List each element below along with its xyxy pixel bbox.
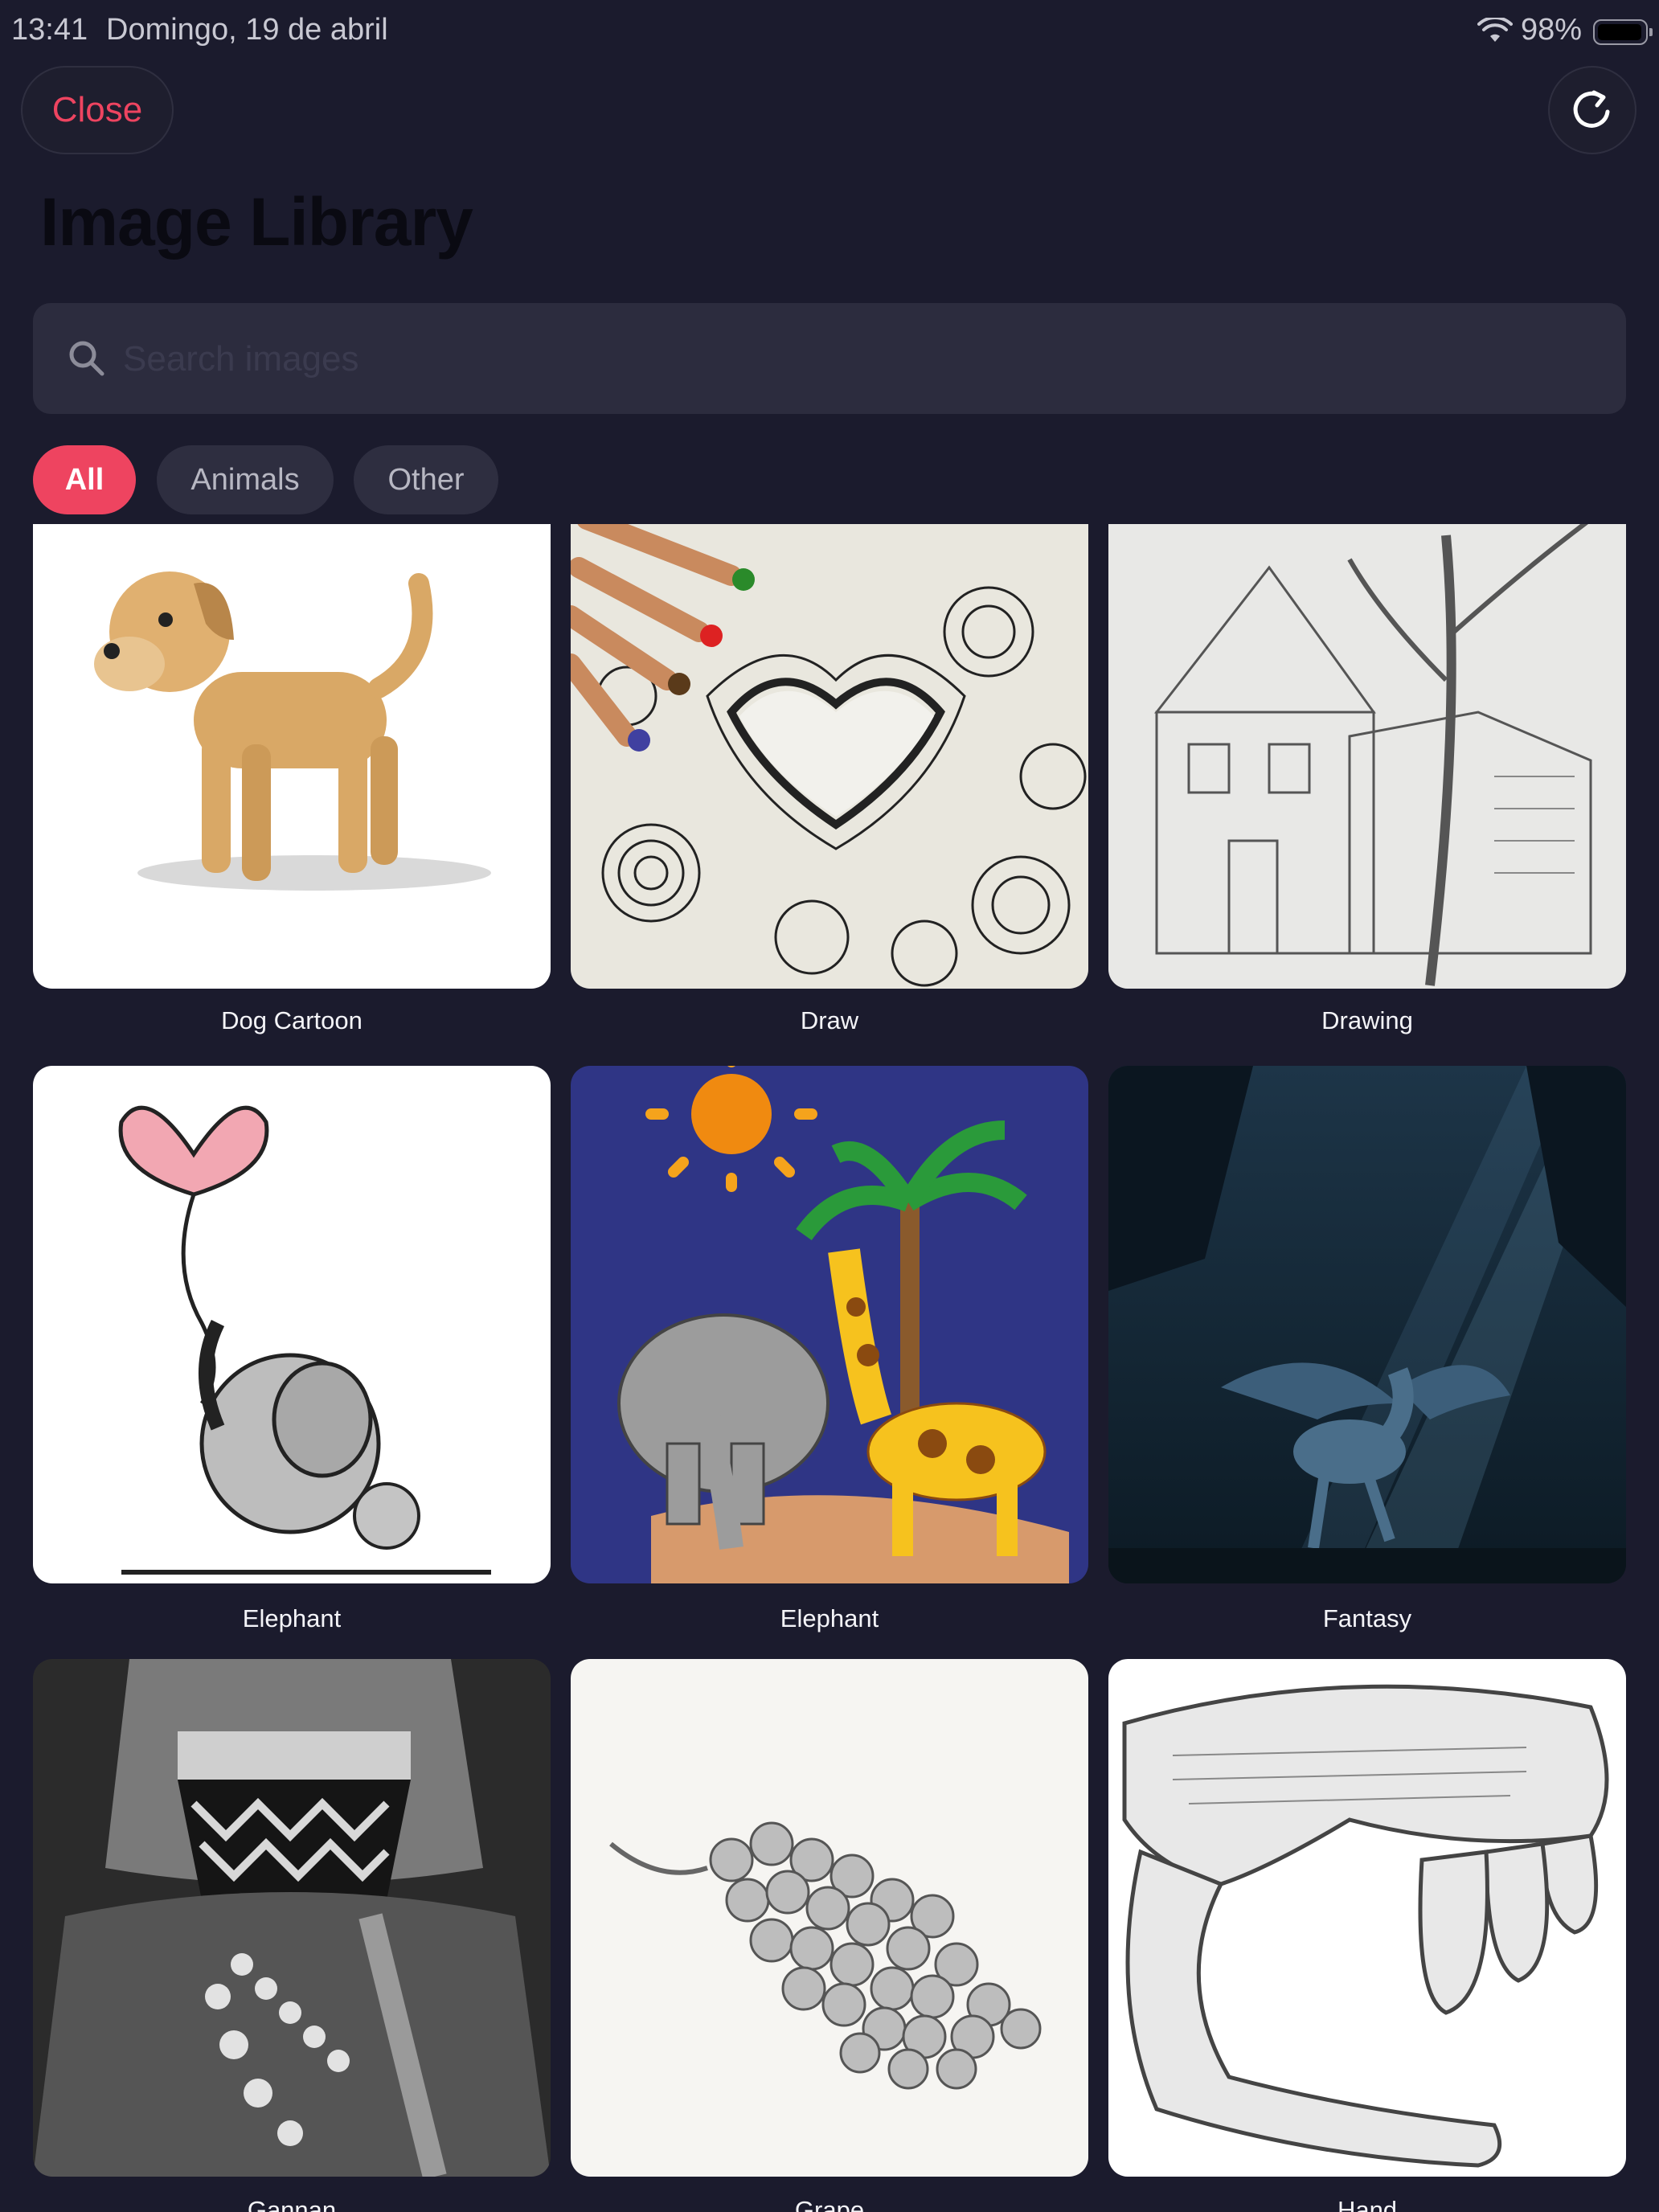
image-caption: Elephant: [242, 1604, 342, 1632]
image-caption: Elephant: [780, 1604, 879, 1632]
grape-thumbnail: [571, 1659, 1088, 2177]
image-caption: Dog Cartoon: [221, 1006, 363, 1034]
search-bar[interactable]: [33, 303, 1626, 414]
battery-percentage: 98%: [1521, 13, 1583, 47]
filter-chip-other[interactable]: Other: [354, 445, 498, 514]
wifi-icon: [1477, 18, 1513, 42]
image-caption: Gannan: [247, 2196, 337, 2212]
status-time: 13:41: [11, 13, 88, 47]
refresh-button[interactable]: [1548, 66, 1636, 154]
image-caption: Hand: [1337, 2196, 1398, 2212]
draw-thumbnail: [571, 524, 1088, 989]
image-caption: Draw: [800, 1006, 859, 1034]
battery-icon: [1593, 19, 1653, 45]
filter-chip-animals[interactable]: Animals: [157, 445, 334, 514]
filter-chip-all[interactable]: All: [33, 445, 136, 514]
image-caption: Drawing: [1321, 1006, 1413, 1034]
search-input[interactable]: [121, 324, 1604, 395]
page-title: Image Library: [40, 184, 473, 260]
image-caption: Grape: [794, 2196, 865, 2212]
close-button[interactable]: Close: [21, 66, 174, 154]
drawing-thumbnail: [1108, 524, 1626, 989]
fantasy-thumbnail: [1108, 1066, 1626, 1583]
elephant-giraffe-thumbnail: [571, 1066, 1088, 1583]
dog-cartoon-thumbnail: [33, 524, 551, 989]
search-icon: [69, 341, 104, 376]
hand-thumbnail: [1108, 1659, 1626, 2177]
status-bar: 13:41 Domingo, 19 de abril 98%: [0, 0, 1659, 64]
image-caption: Fantasy: [1322, 1604, 1412, 1632]
gannan-thumbnail: [33, 1659, 551, 2177]
refresh-icon: [1573, 90, 1610, 128]
image-grid: Dog Cartoon Draw Drawing Elephant Elepha…: [0, 524, 1659, 2212]
status-date: Domingo, 19 de abril: [106, 13, 388, 47]
elephant-thumbnail: [33, 1066, 551, 1583]
